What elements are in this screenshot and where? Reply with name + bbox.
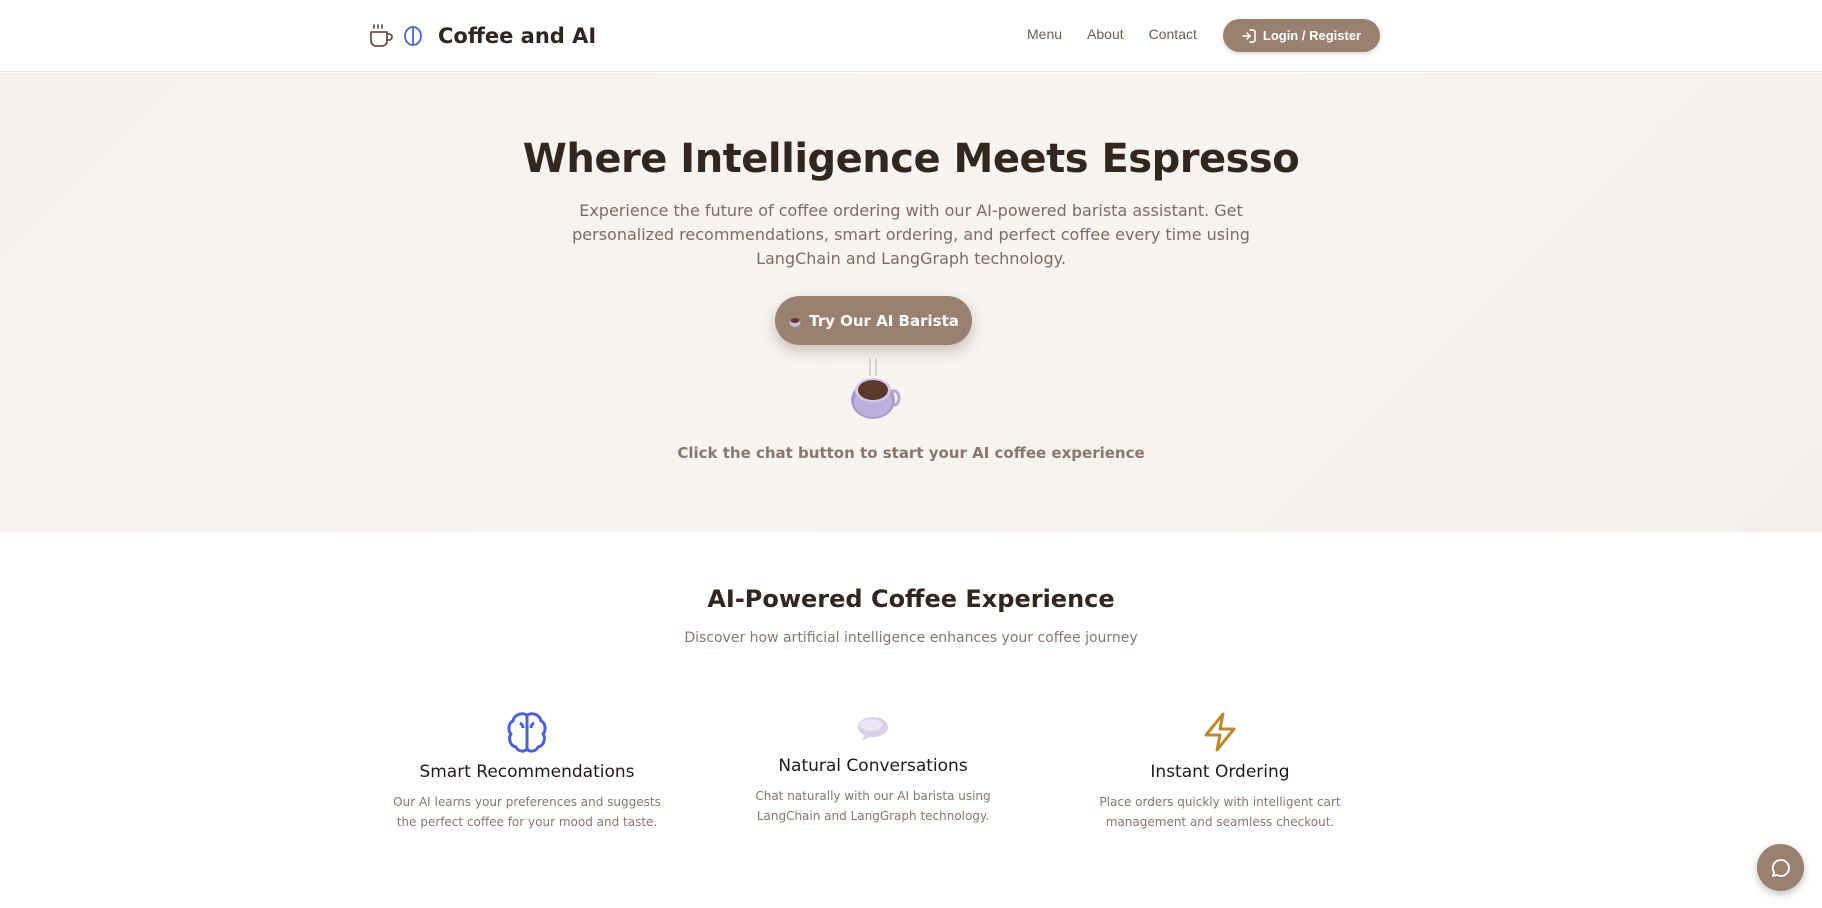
feature-card-instant-ordering: Instant Ordering Place orders quickly wi…: [1070, 710, 1370, 832]
login-label: Login / Register: [1262, 28, 1362, 43]
speech-bubble-icon: [858, 717, 888, 741]
chat-icon: [1771, 858, 1790, 877]
feature-description: Place orders quickly with intelligent ca…: [1099, 795, 1341, 829]
hero-section: Where Intelligence Meets Espresso Experi…: [0, 73, 1822, 532]
features-title: AI-Powered Coffee Experience: [707, 585, 1115, 613]
login-icon: [1242, 28, 1256, 43]
coffee-emoji-icon: [789, 317, 801, 327]
nav-link-menu[interactable]: Menu: [1027, 26, 1062, 42]
feature-description: Our AI learns your preferences and sugge…: [393, 795, 661, 829]
nav-link-about[interactable]: About: [1087, 26, 1124, 42]
cta-label: Try Our AI Barista: [809, 311, 959, 330]
feature-description: Chat naturally with our AI barista using…: [755, 789, 991, 823]
coffee-cup-illustration-icon: [851, 358, 901, 419]
feature-title: Instant Ordering: [1150, 762, 1290, 782]
feature-card-smart-recommendations: Smart Recommendations Our AI learns your…: [377, 710, 677, 832]
brain-icon: [507, 712, 547, 753]
features-subtitle: Discover how artificial intelligence enh…: [684, 630, 1138, 646]
chat-button[interactable]: [1757, 844, 1804, 891]
hero-hint: Click the chat button to start your AI c…: [677, 444, 1145, 462]
top-navbar: Coffee and AI Menu About Contact Login /…: [0, 0, 1822, 72]
coffee-cup-icon: [368, 22, 394, 50]
feature-card-natural-conversations: Natural Conversations Chat naturally wit…: [723, 710, 1023, 826]
login-register-button[interactable]: Login / Register: [1223, 19, 1380, 52]
hero-title: Where Intelligence Meets Espresso: [522, 136, 1300, 182]
nav-link-contact[interactable]: Contact: [1149, 26, 1197, 42]
brand[interactable]: Coffee and AI: [368, 20, 596, 52]
try-ai-barista-button[interactable]: Try Our AI Barista: [775, 296, 972, 345]
hero-subtitle: Experience the future of coffee ordering…: [572, 201, 1250, 268]
nav-links: Menu About Contact: [1027, 26, 1222, 42]
brand-name: Coffee and AI: [438, 24, 597, 48]
feature-title: Smart Recommendations: [419, 762, 635, 782]
brain-icon: [400, 22, 426, 50]
feature-title: Natural Conversations: [778, 756, 968, 776]
lightning-icon: [1204, 712, 1236, 752]
